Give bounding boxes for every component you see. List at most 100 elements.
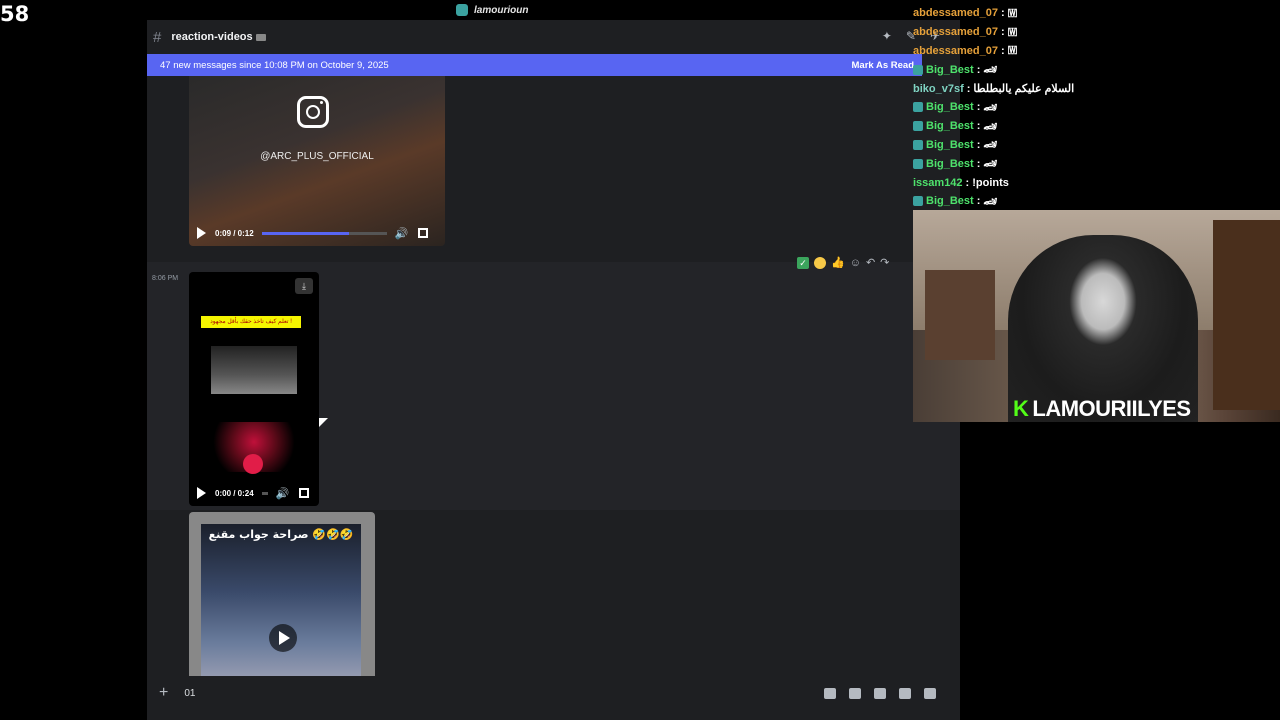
add-attachment-icon[interactable]: +: [159, 684, 168, 702]
video-time: 0:00 / 0:24: [215, 488, 254, 498]
emoji-icon[interactable]: [899, 687, 911, 699]
chat-message: Big_Best: 🏎: [913, 98, 1280, 117]
message-list[interactable]: @ARC_PLUS_OFFICIAL 0:09 / 0:12 🔊 ✓ 👍 ☺ ↶…: [147, 76, 960, 676]
subscriber-badge-icon: [913, 196, 923, 207]
subscriber-badge-icon: [913, 64, 923, 75]
chat-message-text: 🏎: [983, 101, 998, 114]
message-actions-bar: ✓ 👍 ☺ ↶ ↷: [797, 256, 889, 269]
chat-separator: :: [976, 195, 981, 208]
chat-separator: :: [1001, 26, 1005, 39]
gift-icon[interactable]: [824, 687, 836, 699]
video-thumbnail: صراحة جواب مقنع 🤣🤣🤣: [201, 524, 361, 676]
volume-icon[interactable]: 🔊: [395, 227, 409, 240]
chat-message: biko_v7sf: السلام عليكم يالبطلطا: [913, 79, 1280, 98]
chat-username[interactable]: abdessamed_07: [913, 7, 998, 19]
streamer-name: LAMOURIILYES: [1032, 396, 1191, 421]
reply-icon[interactable]: ↶: [866, 256, 875, 269]
chat-username[interactable]: abdessamed_07: [913, 45, 998, 57]
chat-username[interactable]: Big_Best: [926, 64, 974, 76]
video-watermark: @ARC_PLUS_OFFICIAL: [260, 151, 374, 162]
chat-separator: :: [976, 101, 981, 114]
play-icon[interactable]: [269, 624, 297, 652]
sticker-icon[interactable]: [874, 687, 886, 699]
chat-message-text: 🏎: [983, 195, 998, 208]
chat-username[interactable]: abdessamed_07: [913, 26, 998, 38]
video-progress-bar[interactable]: [261, 231, 387, 235]
chat-separator: :: [966, 82, 971, 95]
chat-username[interactable]: Big_Best: [926, 158, 974, 170]
subscriber-badge-icon: [913, 139, 923, 150]
thumbs-up-reaction-icon[interactable]: 👍: [831, 256, 845, 269]
new-messages-text: 47 new messages since 10:08 PM on Octobe…: [160, 59, 389, 71]
chat-separator: :: [976, 157, 981, 170]
download-icon[interactable]: ⤓: [295, 278, 313, 294]
chat-username[interactable]: Big_Best: [926, 101, 974, 113]
video-time: 0:09 / 0:12: [215, 228, 254, 238]
chat-separator: :: [1001, 7, 1005, 20]
chat-separator: :: [976, 138, 981, 151]
video-progress-bar[interactable]: [261, 491, 268, 495]
frame-counter: 58: [0, 2, 30, 26]
apps-icon[interactable]: [924, 687, 936, 699]
chat-message: Big_Best: 🏎: [913, 192, 1280, 211]
chat-message-text: !points: [972, 176, 1009, 189]
video-player[interactable]: ⤓ تعلم كيف تاخذ حقك بأقل مجهود ! 0:00 / …: [189, 272, 319, 506]
video-frame-road: [211, 346, 297, 394]
chat-message-text: 🏎: [983, 120, 998, 133]
window-title-text: lamourioun: [474, 4, 529, 16]
chat-message: issam142: !points: [913, 173, 1280, 192]
chat-message-text: السلام عليكم يالبطلطا: [973, 83, 1075, 96]
chat-message-text: 🇼: [1007, 44, 1018, 57]
chat-message-text: 🏎: [983, 64, 998, 77]
chat-message: Big_Best: 🏎: [913, 154, 1280, 173]
app-icon: [456, 4, 468, 16]
forward-icon[interactable]: ↷: [880, 256, 889, 269]
video-player[interactable]: صراحة جواب مقنع 🤣🤣🤣: [189, 512, 375, 676]
mark-as-read-button[interactable]: Mark As Read: [852, 60, 914, 71]
chat-separator: :: [976, 63, 981, 76]
message-input[interactable]: 01: [184, 688, 195, 699]
kick-logo-icon: K: [1013, 396, 1029, 421]
subscriber-badge-icon: [913, 102, 923, 113]
chat-separator: :: [965, 176, 970, 189]
chat-separator: :: [1001, 44, 1005, 57]
record-icon: [243, 454, 263, 474]
chat-message-text: 🏎: [983, 139, 998, 152]
fullscreen-icon[interactable]: [418, 228, 429, 238]
chat-message: Big_Best: 🏎: [913, 60, 1280, 79]
chat-username[interactable]: biko_v7sf: [913, 83, 964, 95]
video-player[interactable]: @ARC_PLUS_OFFICIAL 0:09 / 0:12 🔊: [189, 76, 445, 246]
chat-username[interactable]: Big_Best: [926, 120, 974, 132]
chat-message-text: 🏎: [983, 158, 998, 171]
message-composer[interactable]: + 01: [147, 676, 960, 710]
message-timestamp: 8:06 PM: [152, 275, 179, 282]
volume-icon[interactable]: 🔊: [276, 487, 290, 500]
threads-icon[interactable]: ✦: [882, 29, 892, 43]
chat-message-text: 🇼: [1007, 6, 1018, 19]
discord-window: # reaction-videos ✦ ✎ ✈ 47 new messages …: [147, 20, 960, 720]
channel-emoji-icon: [255, 33, 266, 41]
video-controls: 0:09 / 0:12 🔊: [189, 220, 445, 246]
chat-message: Big_Best: 🏎: [913, 136, 1280, 155]
video-caption: صراحة جواب مقنع 🤣🤣🤣: [208, 528, 354, 541]
add-reaction-icon[interactable]: ☺: [850, 257, 861, 269]
window-title: lamourioun: [456, 4, 528, 16]
video-controls: 0:00 / 0:24 🔊: [189, 480, 319, 506]
check-reaction-icon[interactable]: ✓: [797, 256, 809, 269]
chat-separator: :: [976, 120, 981, 133]
channel-name[interactable]: reaction-videos: [171, 31, 252, 43]
chat-username[interactable]: Big_Best: [926, 139, 974, 151]
play-icon[interactable]: [197, 227, 206, 239]
new-messages-banner[interactable]: 47 new messages since 10:08 PM on Octobe…: [147, 54, 922, 76]
smile-reaction-icon[interactable]: [814, 256, 826, 269]
webcam-door: [1213, 220, 1280, 410]
gif-icon[interactable]: [849, 687, 861, 699]
streamer-name-overlay: K LAMOURIILYES: [1013, 396, 1191, 422]
fullscreen-icon[interactable]: [299, 488, 310, 498]
chat-username[interactable]: issam142: [913, 177, 963, 189]
play-icon[interactable]: [197, 487, 206, 499]
chat-username[interactable]: Big_Best: [926, 195, 974, 207]
subscriber-badge-icon: [913, 121, 923, 132]
chat-message: Big_Best: 🏎: [913, 117, 1280, 136]
video-progress-fill: [261, 231, 350, 235]
